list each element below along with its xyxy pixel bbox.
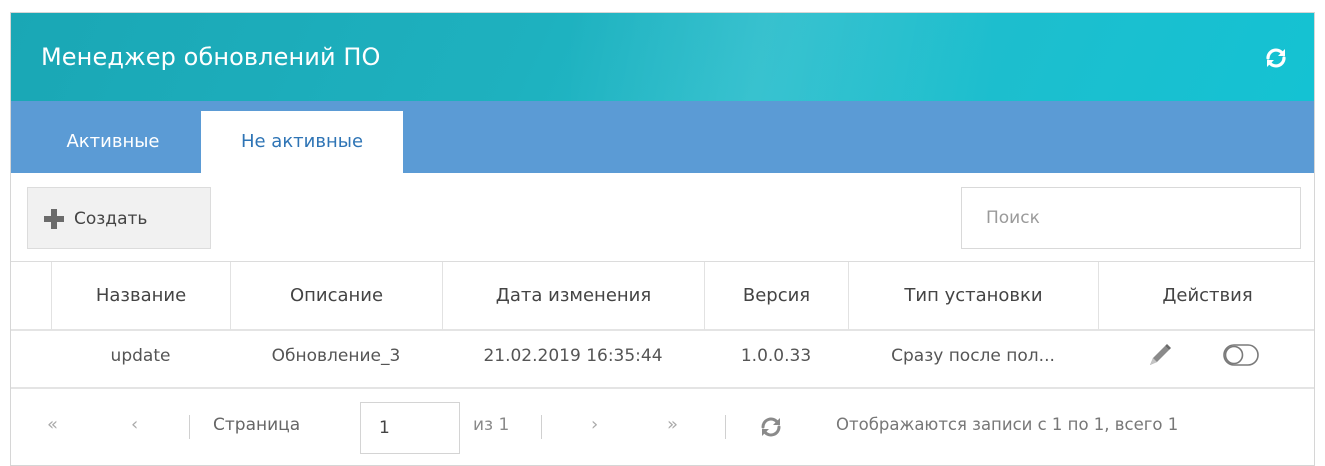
refresh-icon[interactable]	[759, 415, 783, 439]
tab-inactive[interactable]: Не активные	[201, 111, 403, 173]
page-label: Страница	[213, 415, 301, 435]
search-input[interactable]	[961, 187, 1301, 249]
page-number-input[interactable]	[360, 402, 460, 454]
last-page-icon[interactable]: »	[667, 389, 678, 465]
cell-name: update	[110, 346, 171, 366]
next-page-icon[interactable]: ›	[591, 389, 598, 465]
create-button-label: Создать	[74, 209, 148, 229]
pager-divider	[725, 415, 726, 439]
tab-active[interactable]: Активные	[25, 111, 201, 173]
row-selector-header	[11, 262, 51, 330]
cell-install-type: Сразу после пол...	[891, 346, 1055, 366]
plus-icon	[44, 209, 64, 229]
column-header-version[interactable]: Версия	[704, 262, 848, 330]
table-header: Название Описание Дата изменения Версия …	[11, 261, 1314, 331]
column-header-actions: Действия	[1098, 262, 1314, 330]
table-row[interactable]: update Обновление_3 21.02.2019 16:35:44 …	[11, 331, 1314, 387]
header-decoration	[571, 13, 991, 101]
pager-divider	[541, 415, 542, 439]
tab-bar: Активные Не активные	[11, 101, 1314, 173]
cell-modified: 21.02.2019 16:35:44	[483, 346, 663, 366]
panel-header: Менеджер обновлений ПО	[11, 13, 1314, 101]
cell-description: Обновление_3	[271, 346, 401, 366]
previous-page-icon[interactable]: ‹	[131, 389, 138, 465]
column-header-name[interactable]: Название	[51, 262, 230, 330]
column-header-install-type[interactable]: Тип установки	[848, 262, 1098, 330]
page-title: Менеджер обновлений ПО	[41, 43, 381, 71]
update-manager-panel: Менеджер обновлений ПО Активные Не актив…	[10, 12, 1315, 466]
toolbar: Создать	[11, 173, 1314, 261]
records-status: Отображаются записи с 1 по 1, всего 1	[836, 415, 1179, 434]
column-header-modified[interactable]: Дата изменения	[442, 262, 704, 330]
create-button[interactable]: Создать	[27, 187, 211, 249]
first-page-icon[interactable]: «	[47, 389, 58, 465]
refresh-icon[interactable]	[1264, 46, 1288, 70]
page-count-label: из 1	[473, 415, 510, 435]
pagination-bar: « ‹ Страница из 1 › » Отображаются запис…	[11, 387, 1314, 465]
pencil-icon[interactable]	[1144, 341, 1174, 371]
pager-divider	[189, 415, 190, 439]
cell-version: 1.0.0.33	[740, 346, 812, 366]
column-header-description[interactable]: Описание	[230, 262, 442, 330]
toggle-icon[interactable]	[1223, 344, 1259, 366]
